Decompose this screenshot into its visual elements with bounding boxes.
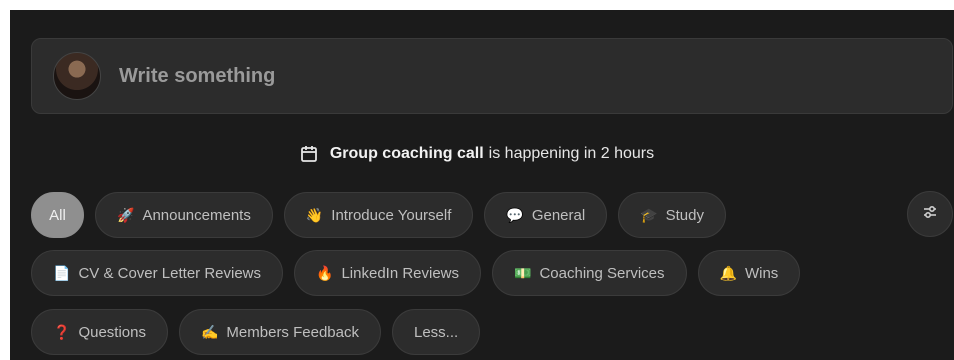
category-label: Wins bbox=[744, 264, 779, 282]
category-label: General bbox=[531, 206, 586, 224]
category-members-feedback[interactable]: ✍️ Members Feedback bbox=[178, 309, 381, 355]
composer-placeholder: Write something bbox=[119, 64, 276, 87]
writing-hand-icon: ✍️ bbox=[200, 323, 219, 340]
event-banner[interactable]: Group coaching call is happening in 2 ho… bbox=[0, 140, 954, 168]
category-study[interactable]: 🎓 Study bbox=[618, 192, 726, 238]
category-wins[interactable]: 🔔 Wins bbox=[697, 250, 801, 296]
filter-button[interactable] bbox=[907, 191, 953, 237]
speech-bubble-icon: 💬 bbox=[506, 206, 524, 223]
question-mark-icon: ❓ bbox=[53, 323, 71, 340]
category-label: Introduce Yourself bbox=[331, 206, 452, 224]
category-coaching-services[interactable]: 💵 Coaching Services bbox=[492, 250, 687, 296]
post-composer[interactable]: Write something bbox=[31, 38, 953, 114]
category-label: Less... bbox=[413, 323, 459, 341]
category-label: Announcements bbox=[142, 206, 251, 224]
calendar-icon bbox=[300, 145, 318, 163]
category-general[interactable]: 💬 General bbox=[484, 192, 608, 238]
sliders-icon bbox=[922, 204, 938, 225]
category-label: CV & Cover Letter Reviews bbox=[78, 264, 262, 282]
category-label: LinkedIn Reviews bbox=[341, 264, 460, 282]
rocket-icon: 🚀 bbox=[117, 206, 135, 223]
category-questions[interactable]: ❓ Questions bbox=[31, 309, 168, 355]
category-all[interactable]: All bbox=[31, 192, 84, 238]
category-linkedin-reviews[interactable]: 🔥 LinkedIn Reviews bbox=[294, 250, 482, 296]
category-label: Coaching Services bbox=[539, 264, 665, 282]
event-time-text: is happening in 2 hours bbox=[488, 145, 655, 162]
money-icon: 💵 bbox=[514, 264, 532, 281]
category-label: All bbox=[49, 206, 66, 224]
category-row-1: All 🚀 Announcements 👋 Introduce Yourself… bbox=[31, 192, 737, 238]
waving-hand-icon: 👋 bbox=[305, 206, 324, 223]
category-introduce-yourself[interactable]: 👋 Introduce Yourself bbox=[283, 192, 474, 238]
category-label: Questions bbox=[78, 323, 146, 341]
left-edge bbox=[0, 10, 10, 360]
category-announcements[interactable]: 🚀 Announcements bbox=[95, 192, 273, 238]
show-less-button[interactable]: Less... bbox=[391, 309, 481, 355]
category-label: Members Feedback bbox=[226, 323, 359, 341]
category-row-3: ❓ Questions ✍️ Members Feedback Less... bbox=[31, 309, 491, 355]
fire-icon: 🔥 bbox=[316, 264, 334, 281]
avatar[interactable] bbox=[53, 52, 101, 100]
category-label: Study bbox=[665, 206, 704, 224]
category-cv-cover-letter-reviews[interactable]: 📄 CV & Cover Letter Reviews bbox=[31, 250, 284, 296]
bell-icon: 🔔 bbox=[719, 264, 737, 281]
top-edge bbox=[0, 0, 954, 10]
graduation-cap-icon: 🎓 bbox=[640, 206, 658, 223]
event-title[interactable]: Group coaching call bbox=[330, 145, 484, 163]
category-row-2: 📄 CV & Cover Letter Reviews 🔥 LinkedIn R… bbox=[31, 250, 811, 296]
document-icon: 📄 bbox=[53, 264, 71, 281]
